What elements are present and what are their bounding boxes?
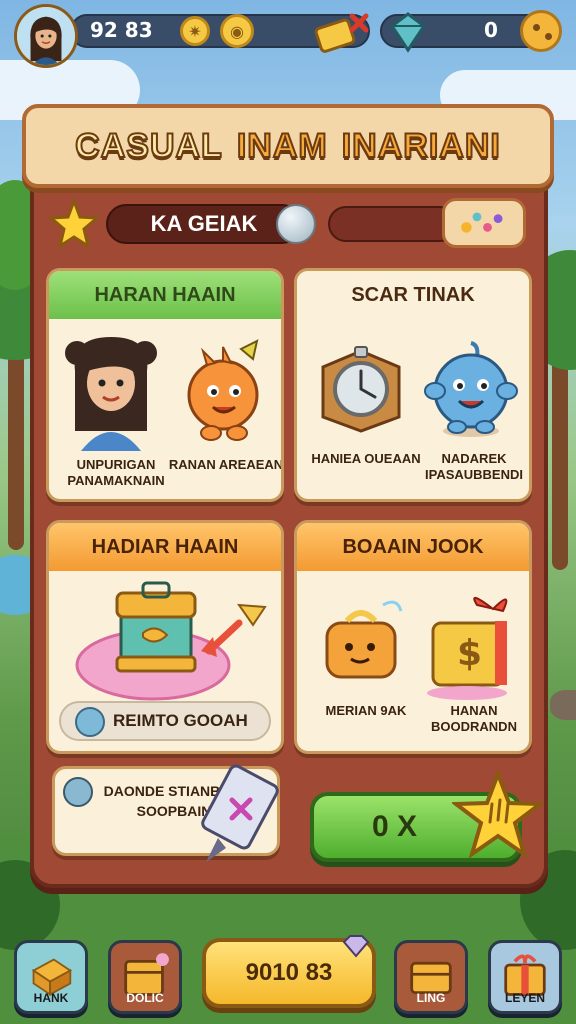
svg-text:$: $ [457, 633, 482, 674]
card-timer[interactable]: SCAR TINAK HANIEA OUEAAN NADAREK IPASAUB… [294, 268, 532, 502]
card-right-caption: NADAREK IPASAUBBENDI [425, 451, 523, 482]
level-label: KA GEIAK [106, 204, 302, 244]
ticket-icon[interactable] [314, 10, 370, 56]
nav-item-leyen[interactable]: LEYEN [488, 940, 562, 1014]
currency-value: 0 [484, 18, 498, 42]
star-icon [48, 198, 100, 250]
card-header: SCAR TINAK [297, 271, 529, 319]
gem-icon [342, 935, 370, 958]
carrot-badge-icon [63, 777, 93, 807]
title-word-3: INARIANI [341, 126, 501, 166]
card-rewards[interactable]: BOAAIN JOOK $ MERIAN 9AK HANAN BOODRANDN [294, 520, 532, 754]
nav-label: LEYEN [504, 991, 545, 1005]
card-character[interactable]: HARAN HAAIN UNPURIGAN PANAMAKNAIN RANAN … [46, 268, 284, 502]
rewards-cluster-icon: $ [325, 597, 508, 700]
chest-action-pill[interactable]: REIMTO GOOAH [59, 701, 271, 741]
nav-main-label: 9010 83 [245, 959, 333, 986]
pill-label: REIMTO GOOAH [113, 711, 248, 730]
nav-item-hank[interactable]: HANK [14, 940, 88, 1014]
score-value: 92 83 [90, 18, 153, 42]
top-hud: 92 83 ✷ ◉ 0 [0, 0, 576, 70]
go-button-label: 0 X [372, 810, 418, 843]
blue-creature-icon [424, 341, 518, 437]
card-chest[interactable]: HADIAR HAAIN REIMTO GOOAH [46, 520, 284, 754]
card-header: HARAN HAAIN [49, 271, 281, 319]
orange-monster-icon [187, 339, 259, 441]
gold-coin-icon[interactable]: ◉ [220, 14, 254, 48]
card-right-caption: HANAN BOODRANDN [431, 703, 517, 734]
gems-cluster-icon [461, 212, 503, 233]
big-star-icon [452, 770, 544, 859]
player-avatar[interactable] [14, 4, 78, 68]
title-word-2: INAM [236, 126, 328, 166]
girl-character-icon [65, 337, 157, 451]
nav-item-ling[interactable]: LING [394, 940, 468, 1014]
star-coin-icon: ✷ [180, 16, 210, 46]
treasure-chest-icon [75, 581, 267, 701]
level-row: KA GEIAK [48, 198, 530, 250]
orb-icon [276, 204, 316, 244]
avatar-portrait-icon [17, 7, 75, 65]
nav-label: LING [416, 991, 446, 1005]
nav-label: HANK [33, 991, 69, 1005]
title-word-1: CASUAL [74, 126, 223, 166]
nav-label: DOLIC [126, 991, 164, 1005]
carrot-badge-icon [75, 707, 105, 737]
crystal-card-icon [201, 764, 279, 862]
cookie-icon[interactable] [520, 10, 562, 52]
nav-item-dolic[interactable]: DOLIC [108, 940, 182, 1014]
card-header: HADIAR HAAIN [49, 523, 281, 571]
stopwatch-icon [321, 346, 401, 433]
gems-button[interactable] [442, 198, 526, 248]
card-right-caption: RANAN AREAEAN [168, 457, 284, 472]
level-progress-bar [328, 206, 458, 242]
title-banner: CASUAL INAM INARIANI [22, 104, 554, 188]
diamond-icon[interactable] [386, 10, 430, 54]
card-header: BOAAIN JOOK [297, 523, 529, 571]
